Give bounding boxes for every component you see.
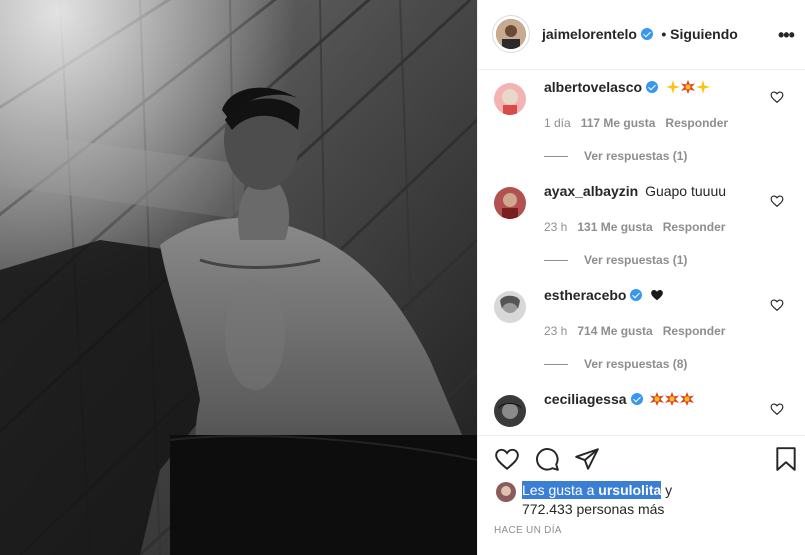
verified-badge-icon [630,289,643,301]
sparkles-icon [695,80,710,94]
collision-icon [680,392,695,406]
author-avatar[interactable] [496,19,526,49]
comment-username[interactable]: ayax_albayzin [544,183,638,199]
like-comment-heart-icon[interactable] [770,90,784,104]
collision-icon [680,80,695,94]
photo-image [0,0,477,555]
like-comment-heart-icon[interactable] [770,194,784,208]
post-header: jaimelorentelo • Siguiendo ••• [478,0,805,70]
view-replies-label: Ver respuestas (8) [584,357,688,371]
comment-time[interactable]: 23 h [544,220,567,234]
post-actions: Les gusta a ursulolita y 772.433 persona… [478,435,805,555]
commenter-avatar[interactable] [494,291,526,323]
verified-badge-icon [640,28,653,40]
reply-button[interactable]: Responder [663,220,726,234]
replies-line [544,364,568,366]
reply-button[interactable]: Responder [663,324,726,338]
comment-text: estheracebo [544,287,665,303]
view-replies-label: Ver respuestas (1) [584,149,688,163]
avatar-image [494,291,526,323]
send-icon[interactable] [574,446,600,472]
comment-meta: 1 día 117 Me gusta Responder [544,116,738,130]
more-dots-icon[interactable]: ••• [778,25,795,46]
comment-meta: 23 h 131 Me gusta Responder [544,220,735,234]
comment-likes[interactable]: 714 Me gusta [577,324,652,338]
heart-icon[interactable] [494,446,520,472]
black-heart-icon [651,290,664,301]
liked-by-user[interactable]: ursulolita [598,482,661,498]
view-replies-button[interactable]: Ver respuestas (8) [544,357,687,371]
avatar-image [494,187,526,219]
replies-line [544,260,568,262]
comment-username[interactable]: albertovelasco [544,79,642,95]
post-photo[interactable] [0,0,477,555]
comment-likes[interactable]: 131 Me gusta [577,220,652,234]
comment-likes[interactable]: 117 Me gusta [581,116,656,130]
comment-text: ceciliagessa [544,391,695,407]
liked-by: Les gusta a ursulolita y [522,481,673,499]
comment-username[interactable]: estheracebo [544,287,626,303]
comment-text: albertovelasco [544,79,711,95]
comment-time[interactable]: 1 día [544,116,571,130]
reply-button[interactable]: Responder [665,116,728,130]
post-time-ago[interactable]: HACE UN DÍA [494,525,562,536]
comment-icon[interactable] [534,446,560,472]
comment-username[interactable]: ceciliagessa [544,391,627,407]
collision-icon [650,392,665,406]
liked-by-highlight: Les gusta a ursulolita [522,481,662,499]
view-replies-button[interactable]: Ver respuestas (1) [544,149,687,163]
bookmark-icon[interactable] [774,446,798,472]
comment-meta: 23 h 714 Me gusta Responder [544,324,735,338]
commenter-avatar[interactable] [494,83,526,115]
avatar-image [494,395,526,427]
comment-body: Guapo tuuuu [645,183,727,199]
like-comment-heart-icon[interactable] [770,298,784,312]
verified-badge-icon [630,393,643,405]
comments-list: albertovelasco 1 día 117 Me gusta Responde… [478,70,805,435]
replies-line [544,156,568,158]
verified-badge-icon [646,81,659,93]
comment-emoji [665,79,711,95]
like-comment-heart-icon[interactable] [770,402,784,416]
comment-emoji [650,391,695,407]
liker-avatar[interactable] [496,482,516,502]
avatar-image [496,482,516,502]
author-username[interactable]: jaimelorentelo [542,26,637,42]
follow-status[interactable]: • Siguiendo [661,26,737,42]
commenter-avatar[interactable] [494,187,526,219]
comment-time[interactable]: 23 h [544,324,567,338]
avatar-image [496,19,526,49]
author-avatar-ring[interactable] [492,15,530,53]
comment-text: ayax_albayzin Guapo tuuuu [544,183,726,199]
sparkles-icon [665,80,680,94]
liked-by-suffix: y [661,482,673,498]
view-replies-button[interactable]: Ver respuestas (1) [544,253,687,267]
view-replies-label: Ver respuestas (1) [584,253,688,267]
collision-icon [665,392,680,406]
post-side-panel: jaimelorentelo • Siguiendo ••• albertove… [477,0,805,555]
commenter-avatar[interactable] [494,395,526,427]
avatar-image [494,83,526,115]
liked-by-prefix: Les gusta a [522,482,599,498]
likes-count[interactable]: 772.433 personas más [522,501,664,517]
